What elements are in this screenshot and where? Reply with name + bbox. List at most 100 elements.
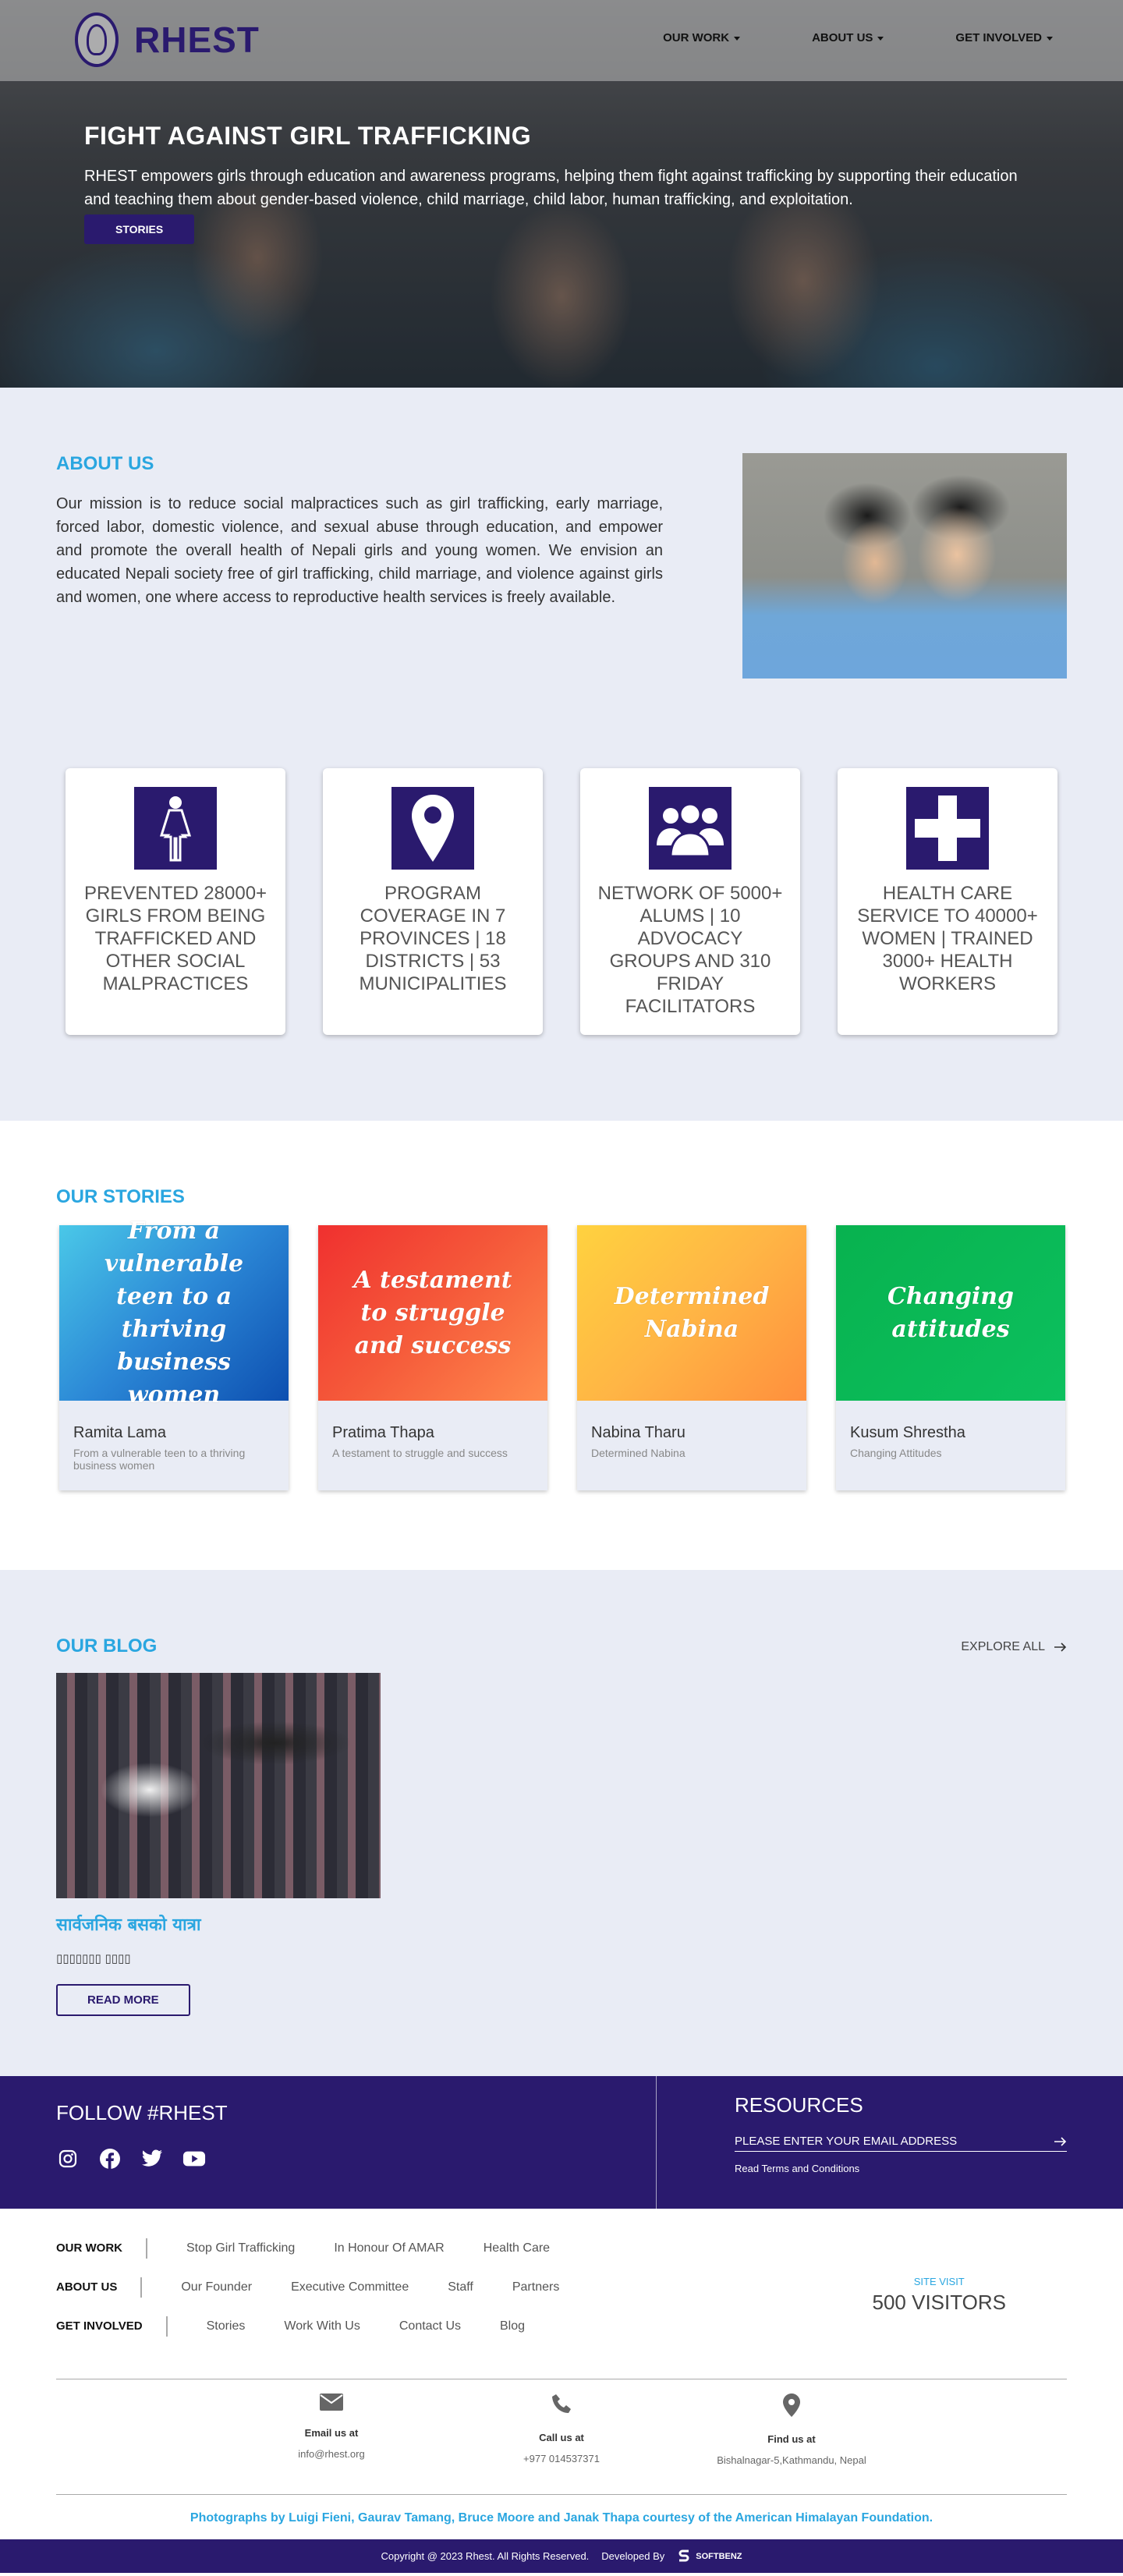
stat-card: PROGRAM COVERAGE IN 7 PROVINCES | 18 DIS… (323, 768, 543, 1035)
medical-cross-icon (906, 787, 989, 870)
group-icon (649, 787, 732, 870)
follow-block: FOLLOW #RHEST (0, 2076, 657, 2209)
blog-title: OUR BLOG (56, 1635, 158, 1657)
footer-link[interactable]: Blog (500, 2319, 525, 2333)
blog-post-title[interactable]: सार्वजनिक बसको यात्रा (56, 1912, 1067, 1936)
stories-row: From a vulnerable teen to a thriving bus… (56, 1217, 1067, 1490)
stat-card: NETWORK OF 5000+ ALUMS | 10 ADVOCACY GRO… (580, 768, 800, 1035)
hero-description: RHEST empowers girls through education a… (84, 168, 1018, 208)
story-cover: Determined Nabina (577, 1225, 806, 1401)
site-visit-counter: SITE VISIT 500 VISITORS (873, 2276, 1007, 2315)
female-figure-icon (134, 787, 217, 870)
developer-logo[interactable]: SOFTBENZ (677, 2549, 742, 2564)
nav-our-work-label: OUR WORK (663, 31, 730, 44)
story-cover: From a vulnerable teen to a thriving bus… (59, 1217, 289, 1408)
contact-address: Find us at Bishalnagar-5,Kathmandu, Nepa… (677, 2393, 907, 2466)
story-name: Kusum Shrestha (850, 1424, 965, 1441)
stat-text: HEALTH CARE SERVICE TO 40000+ WOMEN | TR… (857, 883, 1038, 994)
story-card[interactable]: Changing attitudes Kusum Shrestha Changi… (836, 1225, 1065, 1490)
footer-link[interactable]: Our Founder (181, 2280, 252, 2294)
contact-value[interactable]: info@rhest.org (217, 2448, 447, 2460)
read-more-button[interactable]: READ MORE (56, 1984, 190, 2016)
phone-icon (552, 2394, 571, 2413)
footer-divider (56, 2494, 1067, 2495)
nav-our-work[interactable]: OUR WORK (663, 31, 741, 44)
stories-title: OUR STORIES (56, 1186, 185, 1207)
softbenz-s-icon (678, 2549, 689, 2561)
caret-down-icon (877, 36, 884, 41)
story-card[interactable]: From a vulnerable teen to a thriving bus… (59, 1217, 289, 1490)
story-body: Pratima Thapa A testament to struggle an… (318, 1401, 547, 1478)
nav-about-us[interactable]: ABOUT US (812, 31, 884, 44)
story-body: Kusum Shrestha Changing Attitudes (836, 1401, 1065, 1478)
contact-phone: Call us at +977 014537371 (447, 2393, 677, 2466)
story-subtitle: From a vulnerable teen to a thriving bus… (73, 1447, 246, 1472)
developer-name: SOFTBENZ (696, 2551, 742, 2561)
stat-card: PREVENTED 28000+ GIRLS FROM BEING TRAFFI… (66, 768, 285, 1035)
story-cover-text: A testament to struggle and success (353, 1266, 512, 1359)
follow-title: FOLLOW #RHEST (56, 2101, 228, 2124)
story-body: Ramita Lama From a vulnerable teen to a … (59, 1401, 289, 1490)
story-name: Pratima Thapa (332, 1424, 434, 1441)
footer-links: Stop Girl Trafficking In Honour Of AMAR … (186, 2241, 550, 2255)
explore-all-link[interactable]: EXPLORE ALL (961, 1640, 1067, 1654)
nav-about-us-label: ABOUT US (812, 31, 873, 44)
caret-down-icon (1047, 36, 1053, 41)
hero-title: FIGHT AGAINST GIRL TRAFFICKING (84, 122, 532, 150)
about-photo (742, 453, 1067, 679)
contact-value[interactable]: +977 014537371 (447, 2453, 677, 2464)
footer-heading[interactable]: ABOUT US (56, 2277, 143, 2298)
footer-link[interactable]: Partners (512, 2280, 559, 2294)
story-subtitle: Changing Attitudes (850, 1447, 942, 1459)
footer-heading[interactable]: GET INVOLVED (56, 2316, 168, 2337)
arrow-right-icon[interactable] (1054, 2136, 1067, 2146)
caret-down-icon (734, 36, 741, 41)
footer-heading[interactable]: OUR WORK (56, 2238, 147, 2259)
footer-link[interactable]: Health Care (484, 2241, 550, 2255)
site-logo[interactable]: RHEST (75, 12, 260, 67)
resources-title: RESOURCES (735, 2093, 863, 2117)
footer-links: Our Founder Executive Committee Staff Pa… (181, 2280, 559, 2294)
story-subtitle: A testament to struggle and success (332, 1447, 508, 1459)
story-card[interactable]: Determined Nabina Nabina Tharu Determine… (577, 1225, 806, 1490)
contact-row: Email us at info@rhest.org Call us at +9… (56, 2393, 1067, 2466)
facebook-icon[interactable] (98, 2147, 122, 2170)
nav-get-involved[interactable]: GET INVOLVED (955, 31, 1053, 44)
story-name: Nabina Tharu (591, 1424, 685, 1441)
stories-section: OUR STORIES From a vulnerable teen to a … (0, 1121, 1123, 1570)
hero-content: FIGHT AGAINST GIRL TRAFFICKING RHEST emp… (84, 122, 1043, 244)
footer-link[interactable]: Contact Us (399, 2319, 461, 2333)
about-section: ABOUT US Our mission is to reduce social… (0, 388, 1123, 1121)
youtube-icon[interactable] (182, 2147, 206, 2170)
main-menu: OUR WORK ABOUT US GET INVOLVED (663, 31, 1053, 44)
terms-link[interactable]: Read Terms and Conditions (735, 2163, 1067, 2174)
story-cover: A testament to struggle and success (318, 1225, 547, 1401)
resources-block: RESOURCES Read Terms and Conditions (657, 2076, 1123, 2209)
instagram-icon[interactable] (56, 2147, 80, 2170)
social-links (56, 2147, 600, 2170)
site-visit-label: SITE VISIT (913, 2276, 965, 2287)
footer-link[interactable]: Executive Committee (291, 2280, 409, 2294)
contact-email: Email us at info@rhest.org (217, 2393, 447, 2466)
blog-post-image[interactable] (56, 1673, 381, 1898)
logo-text: RHEST (134, 19, 260, 60)
footer-link[interactable]: Staff (448, 2280, 473, 2294)
arrow-right-icon (1054, 1642, 1067, 1652)
story-card[interactable]: A testament to struggle and success Prat… (318, 1225, 547, 1490)
footer-link[interactable]: Stories (207, 2319, 246, 2333)
stories-button[interactable]: STORIES (84, 214, 195, 244)
story-cover-text: Changing attitudes (887, 1282, 1015, 1343)
copyright-bar: Copyright @ 2023 Rhest. All Rights Reser… (0, 2539, 1123, 2573)
twitter-icon[interactable] (140, 2147, 164, 2170)
envelope-icon (320, 2394, 343, 2411)
blog-post-subtitle: ▯▯▯▯▯▯▯ ▯▯▯▯ (56, 1951, 131, 1965)
email-input[interactable] (735, 2135, 1031, 2148)
stat-text: PREVENTED 28000+ GIRLS FROM BEING TRAFFI… (83, 883, 267, 994)
stats-row: PREVENTED 28000+ GIRLS FROM BEING TRAFFI… (66, 768, 1057, 1035)
footer-link[interactable]: Stop Girl Trafficking (186, 2241, 295, 2255)
newsletter-form (735, 2135, 1067, 2152)
footer-link[interactable]: Work With Us (284, 2319, 360, 2333)
footer-link[interactable]: In Honour Of AMAR (334, 2241, 444, 2255)
story-cover-text: From a vulnerable teen to a thriving bus… (104, 1217, 244, 1408)
story-subtitle: Determined Nabina (591, 1447, 685, 1459)
